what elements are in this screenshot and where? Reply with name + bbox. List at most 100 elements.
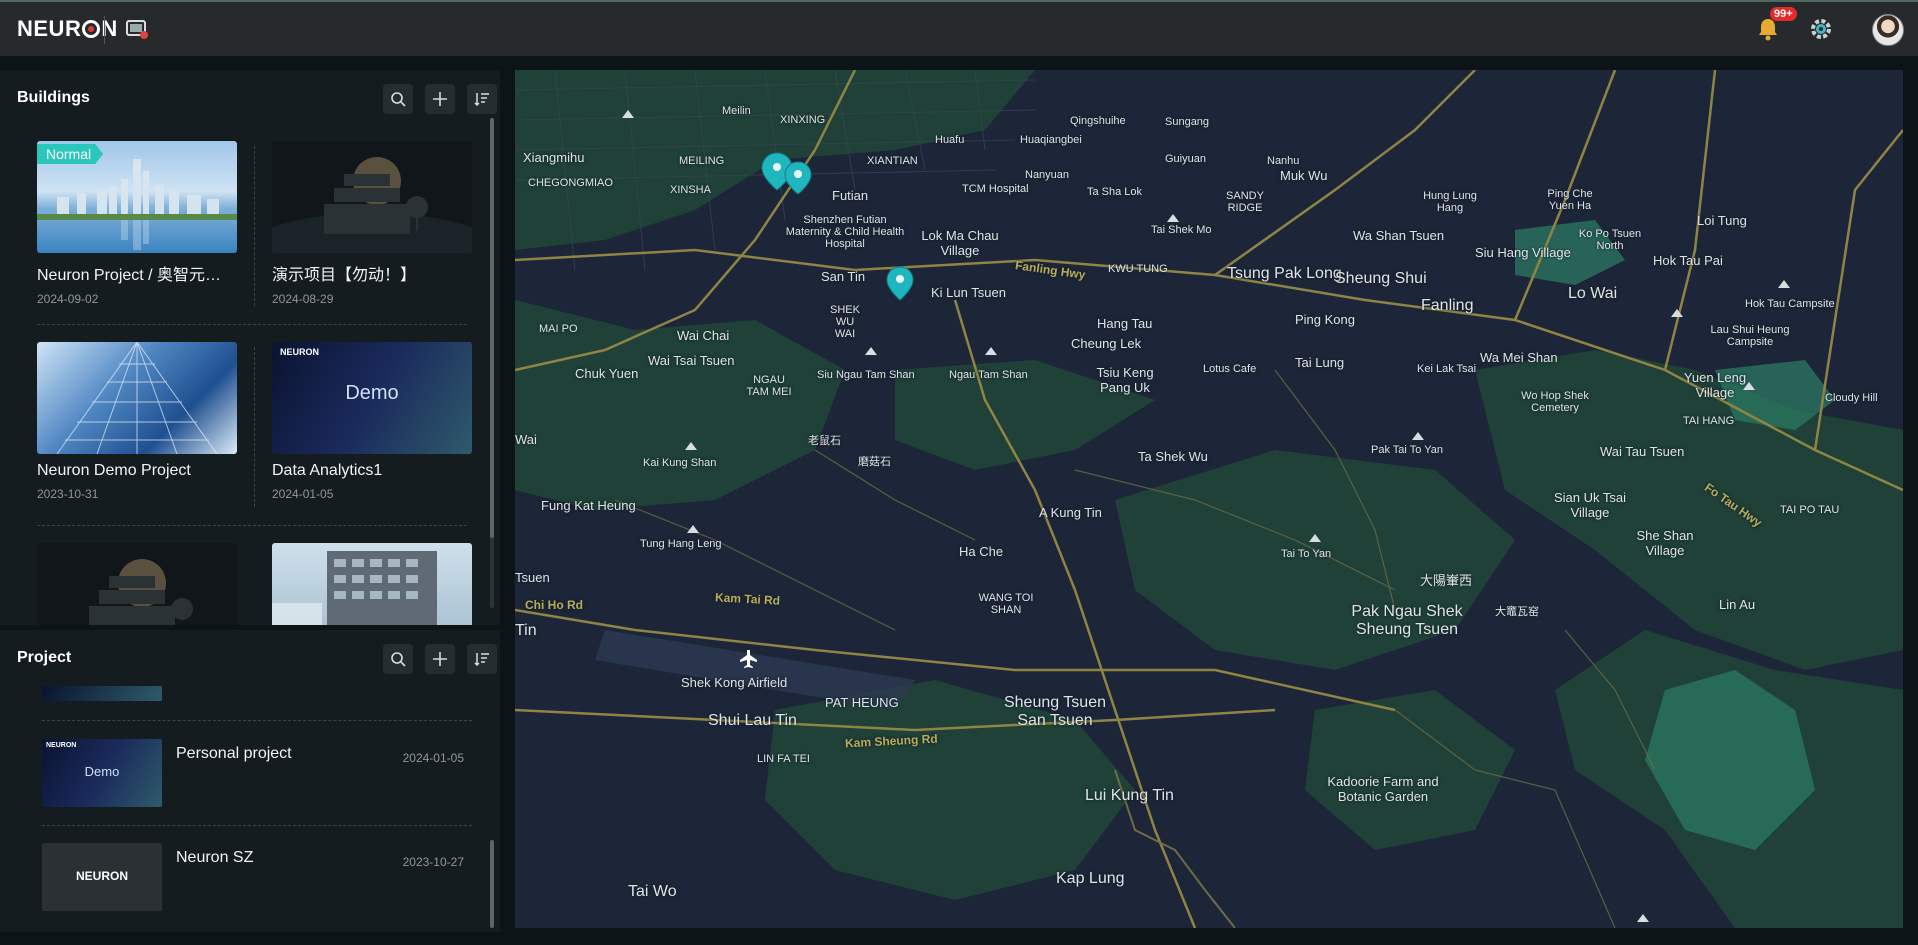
map-label: Qingshuihe: [1070, 115, 1126, 127]
map-view[interactable]: Xiangmihu Meilin XINXING Futian TCM Hosp…: [515, 70, 1903, 928]
project-search-button[interactable]: [383, 644, 413, 674]
map-label: Huaqiangbei: [1020, 134, 1082, 146]
project-date: 2023-10-27: [402, 855, 464, 869]
map-label: Yuen Leng Village: [1683, 370, 1747, 400]
map-label: XINXING: [780, 114, 826, 126]
project-sort-button[interactable]: [467, 644, 497, 674]
project-scroll-thumb[interactable]: [490, 840, 494, 928]
map-label: Wai Tau Tsuen: [1600, 444, 1685, 459]
building-date: 2024-08-29: [272, 292, 334, 306]
card-divider: [254, 347, 255, 507]
map-label: Wai: [515, 432, 537, 447]
buildings-scroll-thumb[interactable]: [490, 118, 494, 538]
map-label: LIN FA TEI: [757, 753, 810, 765]
map-label: PAT HEUNG: [825, 695, 899, 710]
map-label: Hung Lung Hang: [1423, 190, 1477, 214]
map-label: Guiyuan: [1165, 153, 1206, 165]
project-date: 2024-01-05: [402, 751, 464, 765]
buildings-add-button[interactable]: [425, 84, 455, 114]
logo-o-icon: [82, 20, 101, 38]
map-label: Tai Shek Mo: [1151, 224, 1212, 236]
building-name: Data Analytics1: [272, 462, 383, 479]
building-thumbnail: [37, 543, 237, 625]
map-label: SHEK WU WAI: [830, 304, 860, 340]
map-label: CHEGONGMIAO: [528, 177, 613, 189]
project-panel: Project NEURON Demo Personal project 202…: [0, 630, 500, 932]
building-card[interactable]: [272, 543, 472, 625]
map-view-icon[interactable]: [124, 17, 150, 41]
topbar-divider: [104, 16, 105, 44]
buildings-panel: Buildings Normal Neuron Project / 奥智元… 2…: [0, 70, 500, 625]
map-label: Siu Hang Village: [1475, 245, 1571, 260]
map-label: Fung Kat Heung: [541, 498, 636, 513]
map-label: Ping Kong: [1295, 312, 1355, 327]
building-name: Neuron Project / 奥智元…: [37, 267, 222, 284]
map-label: 磨菇石: [858, 456, 891, 468]
neuron-logo[interactable]: NEUR N: [17, 16, 118, 42]
map-label: Tsuen: [515, 570, 550, 585]
building-date: 2023-10-31: [37, 487, 99, 501]
notification-badge: 99+: [1770, 7, 1797, 21]
map-label: Siu Ngau Tam Shan: [817, 369, 915, 381]
project-name: Personal project: [176, 745, 292, 762]
demo-text: Demo: [345, 382, 399, 404]
map-label: Shenzhen Futian Maternity & Child Health…: [785, 214, 905, 250]
building-name: Neuron Demo Project: [37, 462, 191, 479]
map-label: MEILING: [679, 155, 725, 167]
map-label: Kai Kung Shan: [643, 457, 717, 469]
map-label: Lo Wai: [1568, 285, 1618, 302]
map-label: Ki Lun Tsuen: [931, 285, 1006, 300]
map-label: Tai Lung: [1295, 355, 1345, 370]
map-label: Hok Tau Campsite: [1745, 298, 1835, 310]
map-label: Fanling: [1421, 297, 1474, 314]
building-name: 演示项目【勿动！】: [272, 267, 417, 284]
map-label: Kei Lak Tsai: [1417, 363, 1477, 375]
road-label: Chi Ho Rd: [525, 598, 583, 612]
building-card[interactable]: NEURON Demo Data Analytics1 2024-01-05: [272, 342, 472, 501]
demo-brand: NEURON: [280, 347, 320, 357]
map-label: Nanyuan: [1025, 169, 1070, 181]
row-divider: [42, 825, 472, 826]
building-thumbnail: Normal: [37, 141, 237, 253]
map-label: WANG TOI SHAN: [978, 592, 1034, 616]
row-divider: [37, 324, 467, 325]
project-scrollbar[interactable]: [490, 840, 494, 928]
map-label: TCM Hospital: [962, 183, 1029, 195]
plus-icon: [433, 652, 447, 666]
map-label: Hok Tau Pai: [1653, 253, 1723, 268]
map-label: 老鼠石: [808, 435, 841, 447]
map-label: XIANTIAN: [867, 155, 918, 167]
map-label: Ta Shek Wu: [1138, 449, 1208, 464]
building-card[interactable]: Normal Neuron Project / 奥智元… 2024-09-02: [37, 141, 237, 306]
buildings-scrollbar[interactable]: [490, 118, 494, 608]
gear-icon[interactable]: [1808, 17, 1834, 41]
building-card[interactable]: Neuron Demo Project 2023-10-31: [37, 342, 237, 501]
map-label: Nanhu: [1267, 155, 1300, 167]
map-label: Tsung Pak Long: [1227, 265, 1342, 282]
project-thumbnail: NEURON Demo: [42, 739, 162, 807]
buildings-search-button[interactable]: [383, 84, 413, 114]
map-label: Lui Kung Tin: [1085, 787, 1174, 804]
building-card[interactable]: [37, 543, 237, 625]
map-label: Tin: [515, 622, 537, 639]
building-thumbnail: [272, 543, 472, 625]
map-label: Ngau Tam Shan: [949, 369, 1028, 381]
avatar[interactable]: [1872, 14, 1904, 46]
map-label: Chuk Yuen: [575, 366, 639, 381]
map-label: 大竈瓦窑: [1495, 606, 1539, 618]
project-row[interactable]: NEURON Neuron SZ 2023-10-27: [42, 843, 472, 911]
map-canvas: [515, 70, 1903, 928]
project-add-button[interactable]: [425, 644, 455, 674]
map-label: SANDY RIDGE: [1226, 190, 1264, 214]
building-card[interactable]: 演示项目【勿动！】 2024-08-29: [272, 141, 472, 306]
map-label: Wa Mei Shan: [1480, 350, 1558, 365]
map-label: Lotus Cafe: [1203, 363, 1257, 375]
card-divider: [254, 146, 255, 306]
project-row[interactable]: NEURON Demo Personal project 2024-01-05: [42, 739, 472, 807]
map-label: XINSHA: [670, 184, 711, 196]
map-label: NGAU TAM MEI: [746, 374, 792, 398]
map-label: Tai Wo: [628, 883, 677, 900]
map-label: San Tin: [821, 269, 866, 284]
map-label: KWU TUNG: [1108, 263, 1168, 275]
buildings-sort-button[interactable]: [467, 84, 497, 114]
